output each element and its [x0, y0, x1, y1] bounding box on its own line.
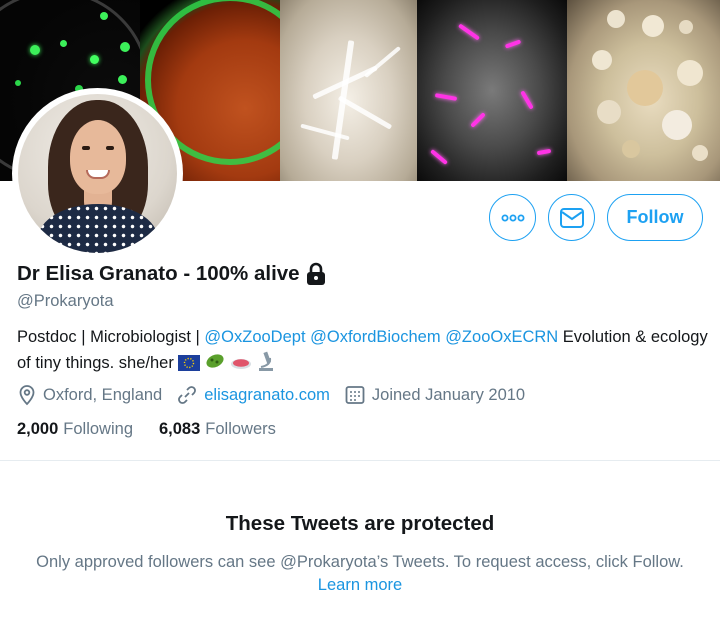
banner-image-magenta-cells	[417, 0, 567, 181]
profile-website[interactable]: elisagranato.com	[176, 384, 330, 406]
bio-text-prefix: Postdoc | Microbiologist |	[17, 328, 205, 346]
more-icon	[501, 214, 524, 221]
link-icon	[178, 386, 197, 404]
website-link[interactable]: elisagranato.com	[204, 386, 330, 405]
envelope-icon	[559, 207, 584, 228]
protected-message: Only approved followers can see @Prokary…	[30, 551, 690, 597]
section-divider	[0, 460, 720, 461]
learn-more-link[interactable]: Learn more	[318, 576, 402, 594]
profile-meta: Oxford, England elisagranato.com Joined …	[17, 384, 539, 406]
eu-flag-icon	[178, 355, 201, 378]
profile-location: Oxford, England	[17, 384, 162, 406]
follow-button[interactable]: Follow	[607, 194, 703, 241]
petri-dish-icon	[230, 355, 252, 378]
following-link[interactable]: 2,000 Following	[17, 420, 133, 439]
joined-text: Joined January 2010	[371, 385, 526, 404]
followers-count: 6,083	[159, 420, 201, 438]
profile-counts: 2,000 Following 6,083 Followers	[17, 420, 302, 439]
avatar[interactable]	[12, 88, 183, 259]
avatar-photo	[18, 94, 177, 253]
profile-joined: Joined January 2010	[344, 384, 525, 406]
location-pin-icon	[19, 385, 35, 406]
bio-mention-oxzoodept[interactable]: @OxZooDept	[204, 328, 305, 346]
profile-handle: @Prokaryota	[17, 292, 114, 310]
message-button[interactable]	[548, 194, 595, 241]
profile-name-row: Dr Elisa Granato - 100% alive	[17, 262, 327, 286]
calendar-icon	[345, 386, 365, 404]
banner-image-bacterial-plate	[567, 0, 720, 181]
profile-bio: Postdoc | Microbiologist | @OxZooDept @O…	[17, 326, 717, 378]
banner-image-white-biofilm	[280, 0, 417, 181]
followers-label: Followers	[205, 420, 276, 438]
protected-message-text: Only approved followers can see @Prokary…	[36, 553, 684, 571]
microscope-icon	[256, 349, 276, 378]
bio-mention-zooozecrn[interactable]: @ZooOxECRN	[445, 328, 558, 346]
microbe-icon	[204, 351, 226, 378]
lock-icon	[305, 262, 327, 286]
protected-title: These Tweets are protected	[225, 512, 495, 535]
following-count: 2,000	[17, 420, 59, 438]
followers-link[interactable]: 6,083 Followers	[159, 420, 276, 439]
bio-mention-oxfordbiochem[interactable]: @OxfordBiochem	[310, 328, 440, 346]
location-text: Oxford, England	[43, 385, 163, 404]
following-label: Following	[63, 420, 133, 438]
more-button[interactable]	[489, 194, 536, 241]
profile-name: Dr Elisa Granato - 100% alive	[17, 262, 300, 285]
